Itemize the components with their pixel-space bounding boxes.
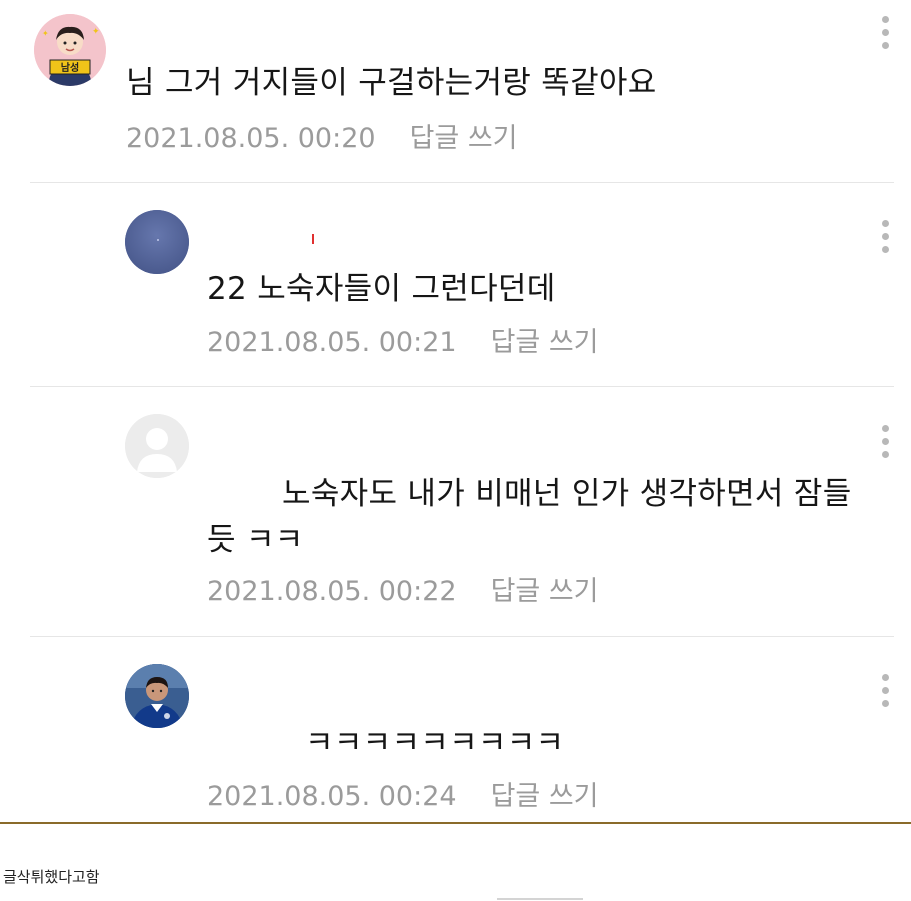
comment-date: 2021.08.05. 00:20 [126,123,376,154]
comment-text: ㅋㅋㅋㅋㅋㅋㅋㅋㅋ [305,725,565,761]
comment-text-line1: 노숙자도 내가 비매넌 인가 생각하면서 잠들 [282,476,852,512]
red-mark [312,234,314,244]
bottom-grey-bar [497,898,583,900]
comment-text: 22 노숙자들이 그런다던데 [207,271,556,307]
comment-screen: 남성 ✦ ✦ 님 그거 거지들이 구걸하는거랑 똑같아요 2021.08.05.… [0,0,911,901]
avatar[interactable] [125,210,189,274]
avatar-night-sky-icon [125,210,189,274]
reply-button[interactable]: 답글 쓰기 [491,576,599,607]
more-options-icon[interactable] [879,674,891,714]
avatar-sign-label: 남성 [61,61,79,74]
comment-date: 2021.08.05. 00:21 [207,327,457,358]
more-options-icon[interactable] [879,220,891,260]
separator-rule [0,822,911,824]
comment-date: 2021.08.05. 00:24 [207,781,457,812]
divider [30,636,894,637]
avatar[interactable]: 남성 ✦ ✦ [34,14,106,86]
avatar-cartoon-icon: 남성 ✦ ✦ [34,14,106,86]
svg-text:✦: ✦ [42,29,49,38]
default-person-icon [125,414,189,478]
comment-meta: 2021.08.05. 00:21 답글 쓰기 [207,320,599,359]
reply-button[interactable]: 답글 쓰기 [491,327,599,358]
avatar[interactable] [125,664,189,728]
reply-button[interactable]: 답글 쓰기 [410,123,518,154]
comment-meta: 2021.08.05. 00:24 답글 쓰기 [207,774,599,813]
comment-meta: 2021.08.05. 00:20 답글 쓰기 [126,116,518,155]
svg-text:✦: ✦ [92,27,100,37]
comment-text-line2: 듯 ㅋㅋ [207,522,304,558]
football-player-photo-icon [125,664,189,728]
more-options-icon[interactable] [879,16,891,56]
comment-meta: 2021.08.05. 00:22 답글 쓰기 [207,569,599,608]
divider [30,182,894,183]
reply-button[interactable]: 답글 쓰기 [491,781,599,812]
avatar[interactable] [125,414,189,478]
comment-text: 님 그거 거지들이 구걸하는거랑 똑같아요 [126,65,657,101]
divider [30,386,894,387]
comment-date: 2021.08.05. 00:22 [207,576,457,607]
post-caption: 글삭튀했다고함 [3,868,100,886]
more-options-icon[interactable] [879,425,891,465]
